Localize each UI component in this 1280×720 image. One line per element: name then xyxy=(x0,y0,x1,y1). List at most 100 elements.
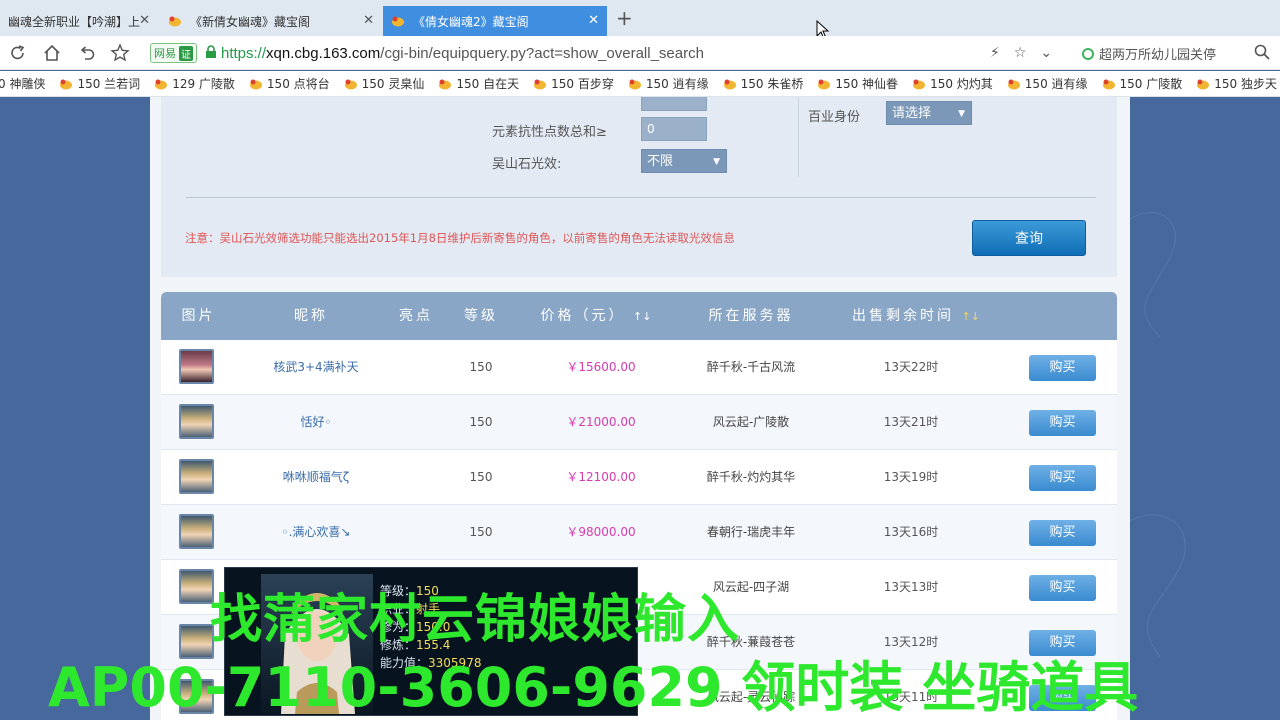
tab-label: 《倩女幽魂2》藏宝阁 xyxy=(413,14,529,29)
tab-2[interactable]: 《新倩女幽魂》藏宝阁 ✕ xyxy=(160,6,382,36)
star-bookmark-icon[interactable] xyxy=(110,43,130,63)
overlay-caption-line-2: AP00-7110-3606-9629 领时装 坐骑道具 xyxy=(48,656,1139,719)
bookmark-label: 129 广陵散 xyxy=(172,77,235,91)
badge-glyph: 证 xyxy=(179,45,193,61)
row-price: ￥98000.00 xyxy=(566,525,636,539)
bookmark-item[interactable]: 150 百步穿 xyxy=(533,75,628,92)
bookmark-item[interactable]: 150 独步天 xyxy=(1196,75,1280,92)
lock-icon xyxy=(205,44,217,62)
bookmark-item[interactable]: 129 广陵散 xyxy=(154,75,249,92)
table-row: ◦.满心欢喜↘ 150 ￥98000.00 春朝行-瑞虎丰年 13天16时 购买 xyxy=(161,505,1117,560)
new-tab-button[interactable]: + xyxy=(616,6,633,30)
row-level: 150 xyxy=(469,525,493,539)
bookmark-item[interactable]: 150 灼灼其 xyxy=(912,75,1007,92)
bookmark-item[interactable]: 150 自在天 xyxy=(438,75,533,92)
row-nickname[interactable]: 恬好◦ xyxy=(246,395,386,450)
sort-arrows-icon[interactable]: ↑↓ xyxy=(633,310,651,323)
query-button[interactable]: 查询 xyxy=(972,220,1086,256)
table-header: 图片 昵称 亮点 等级 价格（元） ↑↓ 所在服务器 出售剩余时间 ↑↓ xyxy=(161,292,1117,340)
chicken-icon xyxy=(344,78,358,90)
favorite-star-icon[interactable]: ☆ xyxy=(1014,45,1027,61)
tab-3-active[interactable]: 《倩女幽魂2》藏宝阁 ✕ xyxy=(383,6,607,36)
row-price: ￥15600.00 xyxy=(566,360,636,374)
tab-label: 幽魂全新职业【吟潮】上 xyxy=(8,14,141,29)
bookmark-label: 150 灵臬仙 xyxy=(361,77,425,91)
row-server: 风云起-广陵散 xyxy=(712,415,790,429)
buy-button[interactable]: 购买 xyxy=(1029,575,1096,601)
sort-arrows-icon[interactable]: ↑↓ xyxy=(962,310,980,323)
search-box[interactable]: 超两万所幼儿园关停 xyxy=(1082,44,1216,63)
chicken-icon xyxy=(391,15,405,27)
row-nickname[interactable]: 咻咻顺福气ζ xyxy=(246,450,386,505)
bookmark-label: 150 朱雀桥 xyxy=(740,77,804,91)
undo-icon[interactable] xyxy=(77,43,97,63)
address-actions: ⚡ ☆ ⌄ xyxy=(990,42,1052,64)
tab-label: 《新倩女幽魂》藏宝阁 xyxy=(190,14,311,29)
row-nickname[interactable]: 核武3+4满补天 xyxy=(246,340,386,395)
bookmark-item[interactable]: 150 点将台 xyxy=(249,75,344,92)
bookmark-item[interactable]: 150 逍有缘 xyxy=(628,75,723,92)
row-server: 醉千秋-千古风流 xyxy=(706,360,796,374)
close-icon[interactable]: ✕ xyxy=(363,13,374,28)
buy-button[interactable]: 购买 xyxy=(1029,520,1096,546)
divider xyxy=(798,97,799,177)
element-resist-input[interactable]: 0 xyxy=(641,117,707,141)
bookmark-item[interactable]: 150 逍有缘 xyxy=(1007,75,1102,92)
row-nickname[interactable]: ◦.满心欢喜↘ xyxy=(246,505,386,560)
character-avatar[interactable] xyxy=(179,514,214,549)
bookmark-item[interactable]: 0 神雕侠 xyxy=(0,75,59,92)
dropdown-arrow-icon: ▼ xyxy=(958,109,965,119)
chicken-icon xyxy=(1102,78,1116,90)
bookmark-item[interactable]: 150 广陵散 xyxy=(1102,75,1197,92)
bookmark-item[interactable]: 150 灵臬仙 xyxy=(344,75,439,92)
close-icon[interactable]: ✕ xyxy=(588,13,599,28)
bookmark-label: 150 逍有缘 xyxy=(1024,77,1088,91)
bookmark-label: 150 自在天 xyxy=(456,77,520,91)
character-avatar[interactable] xyxy=(179,404,214,439)
reload-icon[interactable] xyxy=(8,43,28,63)
identity-select[interactable]: 请选择 ▼ xyxy=(886,101,972,125)
row-price: ￥12100.00 xyxy=(566,470,636,484)
row-price: ￥21000.00 xyxy=(566,415,636,429)
notice-text: 注意：吴山石光效筛选功能只能选出2015年1月8日维护后新寄售的角色，以前寄售的… xyxy=(185,231,735,245)
overlay-caption-line-1: 找蒲家村云锦娘娘输入 xyxy=(210,590,741,650)
badge-text: 网易 xyxy=(154,47,176,60)
chicken-icon xyxy=(1007,78,1021,90)
col-time-label: 出售剩余时间 xyxy=(852,308,955,324)
chevron-down-icon[interactable]: ⌄ xyxy=(1040,45,1052,61)
row-server: 醉千秋-灼灼其华 xyxy=(706,470,796,484)
bookmarks-bar: 0 神雕侠 150 兰若词 129 广陵散 150 点将台 150 灵臬仙 15… xyxy=(0,71,1280,97)
wushan-stone-select[interactable]: 不限 ▼ xyxy=(641,149,727,173)
bookmark-item[interactable]: 150 朱雀桥 xyxy=(723,75,818,92)
row-time: 13天16时 xyxy=(883,525,939,539)
buy-button[interactable]: 购买 xyxy=(1029,410,1096,436)
buy-button[interactable]: 购买 xyxy=(1029,355,1096,381)
select-value: 不限 xyxy=(647,154,674,169)
bookmark-item[interactable]: 150 神仙眷 xyxy=(817,75,912,92)
character-avatar[interactable] xyxy=(179,349,214,384)
browser-tab-bar: 幽魂全新职业【吟潮】上 ✕ 《新倩女幽魂》藏宝阁 ✕ 《倩女幽魂2》藏宝阁 ✕ … xyxy=(0,0,1280,40)
close-icon[interactable]: ✕ xyxy=(139,13,150,28)
bookmark-label: 150 兰若词 xyxy=(77,77,141,91)
site-verified-badge: 网易 证 xyxy=(150,43,197,63)
tab-1[interactable]: 幽魂全新职业【吟潮】上 ✕ xyxy=(0,6,158,36)
col-image: 图片 xyxy=(181,308,216,324)
character-avatar[interactable] xyxy=(179,569,214,604)
url-field[interactable]: 网易 证 https://xqn.cbg.163.com/cgi-bin/equ… xyxy=(150,40,1070,66)
bookmark-item[interactable]: 150 兰若词 xyxy=(59,75,154,92)
col-price[interactable]: 价格（元） ↑↓ xyxy=(531,292,661,340)
cut-off-input[interactable] xyxy=(641,97,707,111)
search-icon[interactable] xyxy=(1254,44,1270,63)
character-avatar[interactable] xyxy=(179,459,214,494)
chicken-icon xyxy=(438,78,452,90)
chicken-icon xyxy=(817,78,831,90)
bookmark-label: 150 点将台 xyxy=(266,77,330,91)
lightning-icon[interactable]: ⚡ xyxy=(990,45,1000,61)
home-icon[interactable] xyxy=(42,43,62,63)
bookmark-label: 0 神雕侠 xyxy=(0,77,46,91)
row-time: 13天21时 xyxy=(883,415,939,429)
url-path: /cgi-bin/equipquery.py?act=show_overall_… xyxy=(380,44,704,62)
col-time[interactable]: 出售剩余时间 ↑↓ xyxy=(841,292,991,340)
buy-button[interactable]: 购买 xyxy=(1029,465,1096,491)
bookmark-label: 150 百步穿 xyxy=(551,77,614,91)
